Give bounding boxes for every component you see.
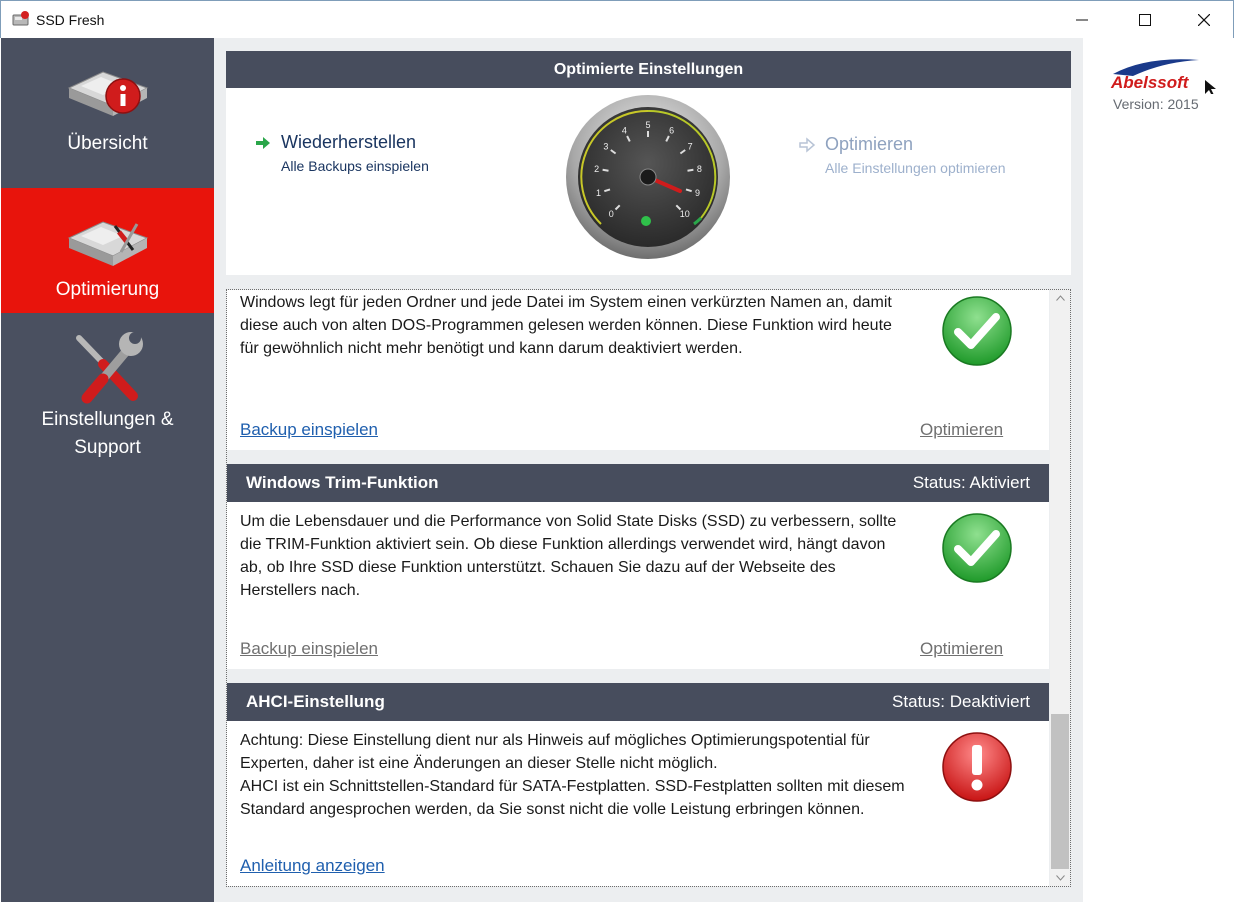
svg-text:Abelssoft: Abelssoft xyxy=(1110,73,1190,92)
sidebar-item-overview[interactable]: Übersicht xyxy=(1,48,214,188)
scrollbar[interactable] xyxy=(1050,290,1070,886)
abelssoft-logo: Abelssoft xyxy=(1110,59,1216,94)
speedometer-gauge: 0 1 2 3 4 5 6 7 8 9 10 xyxy=(566,95,730,259)
sidebar-item-label: Support xyxy=(74,437,141,458)
gauge-tick-label: 8 xyxy=(697,164,702,174)
optimize-link[interactable]: Optimieren xyxy=(920,639,1003,659)
sidebar: Übersicht Optimierung Einstellungen & Su… xyxy=(1,38,214,902)
gauge-tick-label: 5 xyxy=(645,120,650,130)
sidebar-item-label: Einstellungen & xyxy=(41,409,174,430)
arrow-right-icon xyxy=(256,137,270,149)
status-badge: Status: Deaktiviert xyxy=(892,692,1030,711)
check-icon xyxy=(942,296,1012,366)
show-guide-link[interactable]: Anleitung anzeigen xyxy=(240,856,385,876)
card-description-line: AHCI ist ein Schnittstellen-Standard für… xyxy=(240,778,905,818)
minimize-button[interactable] xyxy=(1059,1,1105,39)
status-badge: Status: Aktiviert xyxy=(912,473,1030,492)
optimized-settings-panel: Optimierte Einstellungen Wiederherstelle… xyxy=(226,51,1071,275)
gauge-tick-label: 3 xyxy=(603,141,608,151)
setting-card-trim: Windows Trim-Funktion Status: Aktiviert … xyxy=(227,464,1049,669)
window-title: SSD Fresh xyxy=(36,12,105,28)
card-header: Windows Trim-Funktion Status: Aktiviert xyxy=(227,464,1049,502)
setting-card-short-names: Windows legt für jeden Ordner und jede D… xyxy=(227,290,1049,450)
ssd-tools-icon xyxy=(67,221,148,266)
restore-title: Wiederherstellen xyxy=(281,132,417,152)
card-description: Windows legt für jeden Ordner und jede D… xyxy=(240,294,892,357)
maximize-button[interactable] xyxy=(1122,1,1168,39)
gauge-tick-mark xyxy=(602,168,609,172)
setting-card-ahci: AHCI-Einstellung Status: Deaktiviert Ach… xyxy=(227,683,1049,886)
wrench-screwdriver-icon xyxy=(75,332,143,404)
gauge-tick-label: 9 xyxy=(695,188,700,198)
sidebar-item-settings-support[interactable]: Einstellungen & Support xyxy=(1,326,214,466)
close-button[interactable] xyxy=(1181,1,1227,39)
settings-list[interactable]: Windows legt für jeden Ordner und jede D… xyxy=(226,289,1071,887)
scroll-thumb[interactable] xyxy=(1051,714,1069,869)
card-header: AHCI-Einstellung Status: Deaktiviert xyxy=(227,683,1049,721)
card-title: AHCI-Einstellung xyxy=(246,692,385,711)
close-icon xyxy=(1198,14,1210,26)
gauge-tick-label: 7 xyxy=(688,141,693,151)
backup-restore-link[interactable]: Backup einspielen xyxy=(240,420,378,440)
card-title: Windows Trim-Funktion xyxy=(246,473,439,492)
maximize-icon xyxy=(1139,14,1151,26)
minimize-icon xyxy=(1076,19,1088,21)
main-content: Optimierte Einstellungen Wiederherstelle… xyxy=(214,38,1083,902)
warning-icon xyxy=(942,732,1012,802)
title-bar: SSD Fresh xyxy=(0,0,1234,38)
arrow-right-icon xyxy=(799,137,816,153)
restore-subtitle: Alle Backups einspielen xyxy=(281,158,429,174)
restore-button[interactable]: Wiederherstellen Alle Backups einspielen xyxy=(254,132,429,174)
backup-restore-link[interactable]: Backup einspielen xyxy=(240,639,378,659)
gauge-tick-label: 1 xyxy=(596,188,601,198)
app-icon xyxy=(12,11,29,26)
ssd-info-icon xyxy=(67,71,148,116)
optimize-subtitle: Alle Einstellungen optimieren xyxy=(825,160,1006,176)
gauge-tick-mark xyxy=(687,168,694,172)
gauge-tick-label: 2 xyxy=(594,164,599,174)
card-description: Achtung: Diese Einstellung dient nur als… xyxy=(240,729,910,821)
gauge-tick-label: 6 xyxy=(669,126,674,136)
version-label: Version: 2015 xyxy=(1113,96,1199,112)
chevron-down-icon xyxy=(1055,875,1065,881)
scroll-up-button[interactable] xyxy=(1050,290,1070,306)
gauge-tick-label: 0 xyxy=(609,209,614,219)
gauge-tick-label: 4 xyxy=(622,126,627,136)
card-description: Um die Lebensdauer und die Performance v… xyxy=(240,513,897,599)
gauge-tick-label: 10 xyxy=(680,209,690,219)
sidebar-item-optimization[interactable]: Optimierung xyxy=(1,188,214,313)
sidebar-item-label: Übersicht xyxy=(67,133,148,154)
sidebar-item-label: Optimierung xyxy=(55,279,160,300)
chevron-up-icon xyxy=(1055,295,1065,301)
card-description-line: Achtung: Diese Einstellung dient nur als… xyxy=(240,732,870,772)
optimize-link[interactable]: Optimieren xyxy=(920,420,1003,440)
optimize-all-button[interactable]: Optimieren Alle Einstellungen optimieren xyxy=(798,134,1006,176)
check-icon xyxy=(942,513,1012,583)
scroll-down-button[interactable] xyxy=(1050,870,1070,886)
panel-title: Optimierte Einstellungen xyxy=(226,51,1071,88)
brand-area: Abelssoft Version: 2015 xyxy=(1083,38,1234,902)
optimize-title: Optimieren xyxy=(825,134,914,154)
